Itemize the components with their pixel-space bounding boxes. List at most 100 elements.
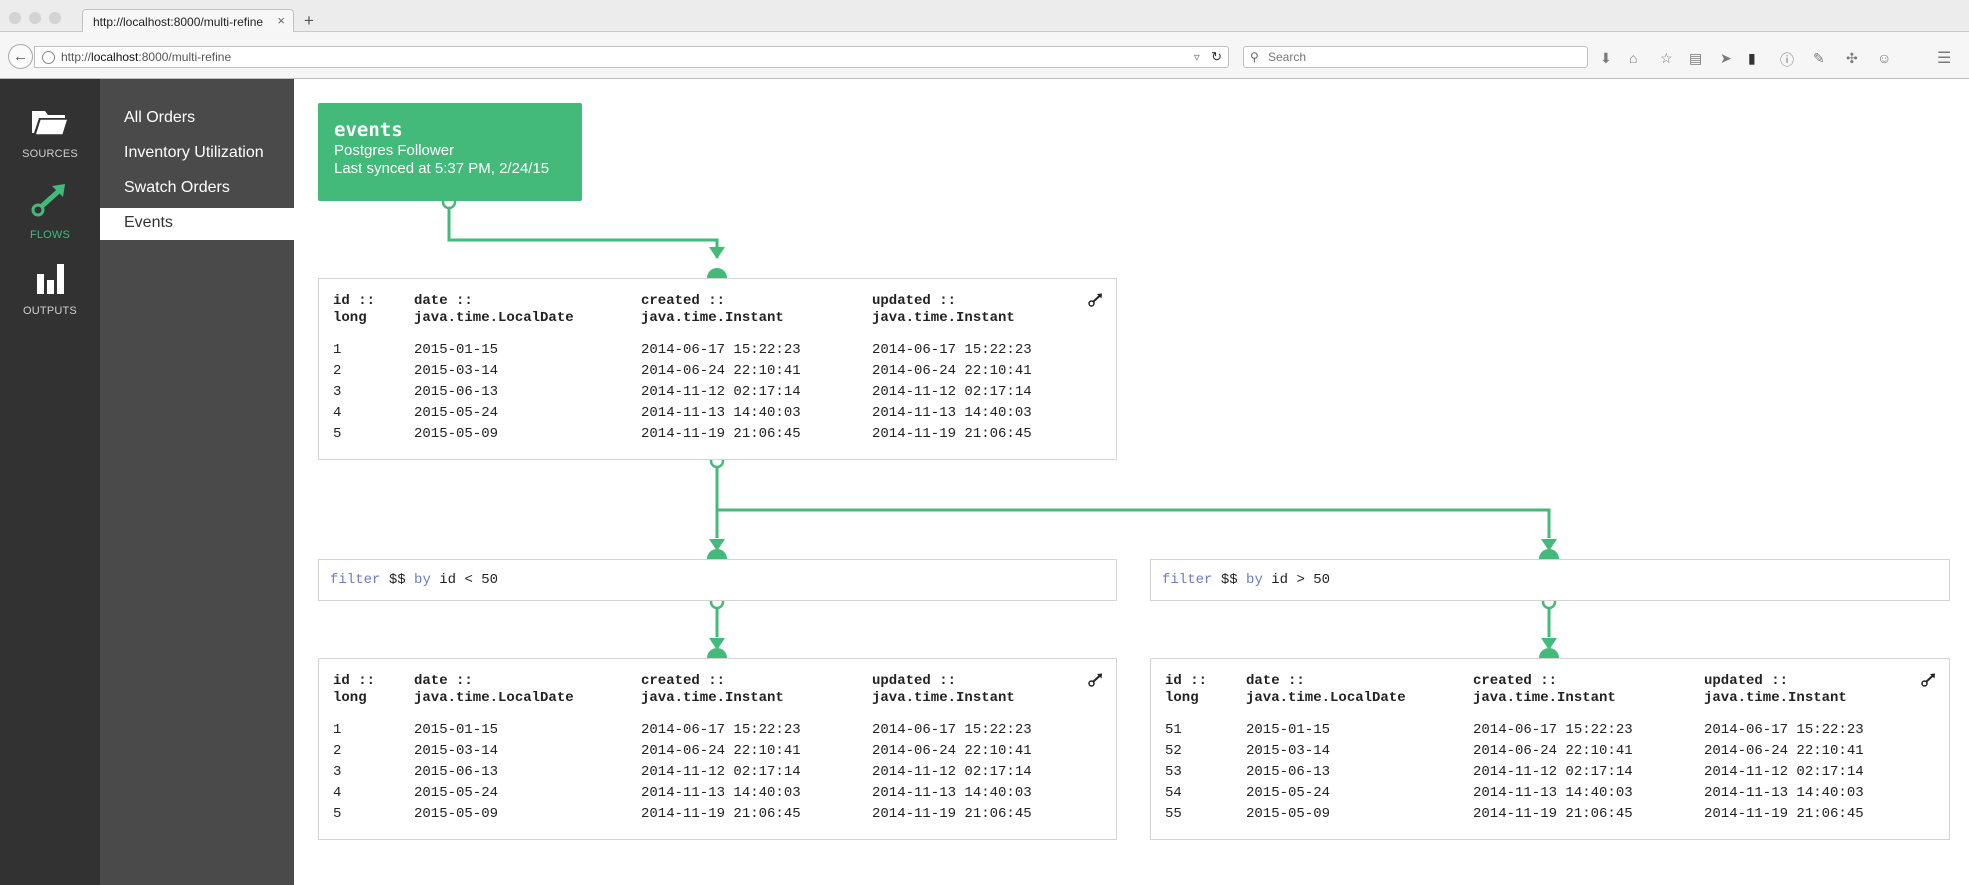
bar-chart-icon <box>37 264 64 294</box>
reload-icon[interactable]: ↻ <box>1211 49 1222 64</box>
menu-icon[interactable]: ☰ <box>1937 48 1951 68</box>
link-icon[interactable] <box>1088 293 1104 307</box>
back-button[interactable]: ← <box>8 44 33 69</box>
table-row: 4 2015-05-24 2014-11-13 14:40:03 2014-11-13… <box>319 785 1116 806</box>
col-header-id: id :: <box>333 673 376 689</box>
cell-id: 54 <box>1165 785 1182 801</box>
cell-updated: 2014-11-19 21:06:45 <box>872 806 1032 822</box>
cell-date: 2015-05-09 <box>414 426 499 442</box>
cell-date: 2015-05-24 <box>414 785 499 801</box>
link-icon[interactable] <box>1088 673 1104 687</box>
cell-updated: 2014-11-13 14:40:03 <box>1704 785 1864 801</box>
col-type-id: long <box>333 310 367 326</box>
addon-icon[interactable]: ✣ <box>1846 50 1858 67</box>
cell-created: 2014-11-13 14:40:03 <box>641 405 801 421</box>
cell-id: 55 <box>1165 806 1182 822</box>
extension-icon[interactable]: ▮ <box>1748 50 1756 67</box>
sidebar-item-events[interactable]: Events <box>100 208 294 240</box>
back-arrow-icon: ← <box>13 48 28 65</box>
cell-updated: 2014-11-12 02:17:14 <box>872 764 1032 780</box>
table-row: 5 2015-05-09 2014-11-19 21:06:45 2014-11-19… <box>319 806 1116 827</box>
preview-table-events: id :: long date :: java.time.LocalDate cre… <box>318 278 1117 460</box>
search-field[interactable]: ⚲ Search <box>1243 46 1588 68</box>
browser-tab[interactable]: http://localhost:8000/multi-refine × <box>82 9 294 33</box>
cell-updated: 2014-11-12 02:17:14 <box>872 384 1032 400</box>
table-row: 3 2015-06-13 2014-11-12 02:17:14 2014-11-12… <box>319 384 1116 405</box>
send-icon[interactable]: ➤ <box>1720 50 1732 67</box>
filter-step-left[interactable]: filter $$ by id < 50 <box>318 559 1117 601</box>
col-header-id: id :: <box>333 293 376 309</box>
cell-date: 2015-03-14 <box>1246 743 1331 759</box>
cell-updated: 2014-06-17 15:22:23 <box>872 722 1032 738</box>
url-bar[interactable]: http://localhost:8000/multi-refine ▿ ↻ <box>34 46 1229 68</box>
cell-updated: 2014-06-24 22:10:41 <box>872 743 1032 759</box>
cell-created: 2014-11-13 14:40:03 <box>1473 785 1633 801</box>
url-host: localhost <box>91 50 139 64</box>
cell-id: 2 <box>333 363 342 379</box>
col-type-date: java.time.LocalDate <box>414 310 574 326</box>
source-title: events <box>334 119 403 141</box>
flow-icon <box>31 184 65 217</box>
filter-step-right[interactable]: filter $$ by id > 50 <box>1150 559 1950 601</box>
wrench-icon[interactable]: ✎ <box>1813 50 1825 67</box>
cell-updated: 2014-11-19 21:06:45 <box>872 426 1032 442</box>
source-card-events[interactable]: events Postgres Follower Last synced at … <box>318 103 582 201</box>
connector-source-to-table <box>447 201 719 258</box>
cell-id: 1 <box>333 722 342 738</box>
table-row: 3 2015-06-13 2014-11-12 02:17:14 2014-11-12… <box>319 764 1116 785</box>
table-row: 4 2015-05-24 2014-11-13 14:40:03 2014-11-13… <box>319 405 1116 426</box>
col-type-id: long <box>1165 690 1199 706</box>
download-icon[interactable]: ⬇ <box>1600 50 1612 67</box>
cell-date: 2015-06-13 <box>414 384 499 400</box>
reading-list-icon[interactable]: ▤ <box>1689 50 1702 67</box>
col-type-updated: java.time.Instant <box>872 310 1015 326</box>
table-row: 55 2015-05-09 2014-11-19 21:06:45 2014-11-1… <box>1151 806 1949 827</box>
col-type-created: java.time.Instant <box>1473 690 1616 706</box>
search-icon: ⚲ <box>1250 50 1259 64</box>
search-placeholder: Search <box>1268 50 1307 64</box>
table-row: 51 2015-01-15 2014-06-17 15:22:23 2014-06-1… <box>1151 722 1949 743</box>
cell-date: 2015-06-13 <box>1246 764 1331 780</box>
col-header-date: date :: <box>414 673 473 689</box>
cell-id: 52 <box>1165 743 1182 759</box>
col-type-date: java.time.LocalDate <box>1246 690 1406 706</box>
home-icon[interactable]: ⌂ <box>1629 50 1637 66</box>
table-row: 54 2015-05-24 2014-11-13 14:40:03 2014-11-1… <box>1151 785 1949 806</box>
flows-sidebar: All Orders Inventory Utilization Swatch … <box>100 79 294 885</box>
sidebar-item-swatch-orders[interactable]: Swatch Orders <box>100 173 294 205</box>
cell-date: 2015-01-15 <box>414 342 499 358</box>
table-row: 5 2015-05-09 2014-11-19 21:06:45 2014-11-19… <box>319 426 1116 447</box>
cell-created: 2014-11-19 21:06:45 <box>1473 806 1633 822</box>
chat-icon[interactable]: ☺ <box>1877 50 1891 66</box>
info-icon[interactable]: ⓘ <box>1780 50 1794 70</box>
cell-date: 2015-05-24 <box>414 405 499 421</box>
window-close-button[interactable] <box>9 12 21 24</box>
sidebar-item-all-orders[interactable]: All Orders <box>100 103 294 135</box>
filter-keyword: filter <box>330 572 381 588</box>
cell-date: 2015-06-13 <box>414 764 499 780</box>
cell-updated: 2014-06-17 15:22:23 <box>872 342 1032 358</box>
filter-by-keyword: by <box>1246 572 1263 588</box>
cell-id: 2 <box>333 743 342 759</box>
tab-close-icon[interactable]: × <box>277 13 285 28</box>
link-icon[interactable] <box>1921 673 1937 687</box>
col-type-created: java.time.Instant <box>641 310 784 326</box>
bookmark-star-icon[interactable]: ☆ <box>1660 50 1673 67</box>
cell-created: 2014-06-17 15:22:23 <box>1473 722 1633 738</box>
nav-sources[interactable]: SOURCES <box>0 107 100 160</box>
cell-created: 2014-06-24 22:10:41 <box>1473 743 1633 759</box>
left-icon-bar: SOURCES FLOWS OUTPUTS <box>0 79 100 885</box>
window-zoom-button[interactable] <box>49 12 61 24</box>
table-row: 52 2015-03-14 2014-06-24 22:10:41 2014-06-2… <box>1151 743 1949 764</box>
col-header-date: date :: <box>414 293 473 309</box>
nav-outputs-label: OUTPUTS <box>23 305 77 317</box>
browser-tab-bar: http://localhost:8000/multi-refine × + <box>0 0 1969 33</box>
window-minimize-button[interactable] <box>29 12 41 24</box>
col-header-id: id :: <box>1165 673 1208 689</box>
sidebar-item-inventory-utilization[interactable]: Inventory Utilization <box>100 138 294 170</box>
nav-outputs[interactable]: OUTPUTS <box>0 262 100 317</box>
cell-updated: 2014-11-13 14:40:03 <box>872 785 1032 801</box>
dropdown-icon[interactable]: ▿ <box>1194 50 1200 64</box>
new-tab-button[interactable]: + <box>304 11 314 31</box>
nav-flows[interactable]: FLOWS <box>0 182 100 241</box>
